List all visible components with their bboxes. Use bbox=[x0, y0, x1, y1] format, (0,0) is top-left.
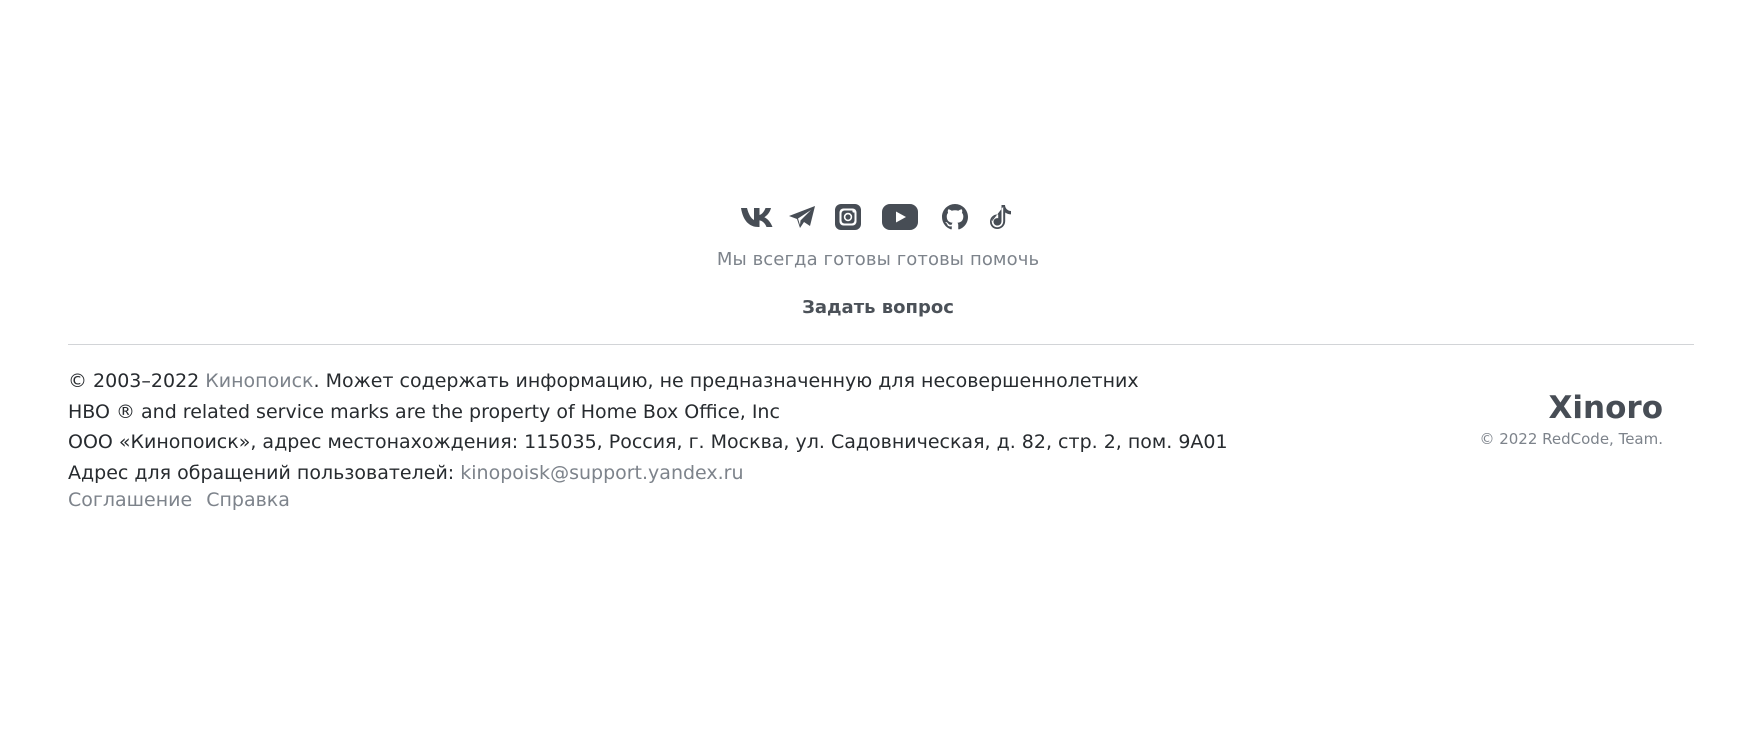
youtube-icon bbox=[882, 204, 918, 230]
vk-link[interactable] bbox=[735, 200, 779, 234]
footer-divider bbox=[68, 344, 1694, 345]
social-links bbox=[0, 200, 1756, 234]
ask-question-button[interactable]: Задать вопрос bbox=[802, 297, 954, 318]
youtube-link[interactable] bbox=[871, 200, 929, 234]
instagram-icon bbox=[835, 204, 861, 230]
contact-line: Адрес для обращений пользователей: kinop… bbox=[68, 458, 1228, 489]
hbo-notice: HBO ® and related service marks are the … bbox=[68, 400, 780, 423]
github-icon bbox=[942, 204, 968, 230]
copyright-prefix: © 2003–2022 bbox=[68, 370, 206, 392]
legal-info: © 2003–2022 Кинопоиск. Может содержать и… bbox=[68, 366, 1228, 488]
company-address: ООО «Кинопоиск», адрес местонахождения: … bbox=[68, 431, 1228, 453]
help-link[interactable]: Справка bbox=[206, 489, 290, 511]
telegram-icon bbox=[789, 206, 815, 228]
contact-label: Адрес для обращений пользователей: bbox=[68, 461, 461, 484]
github-link[interactable] bbox=[929, 200, 981, 234]
support-tagline: Мы всегда готовы готовы помочь bbox=[716, 249, 1040, 270]
support-email-link[interactable]: kinopoisk@support.yandex.ru bbox=[460, 462, 743, 484]
instagram-link[interactable] bbox=[825, 200, 871, 234]
tiktok-icon bbox=[990, 205, 1011, 229]
telegram-link[interactable] bbox=[779, 200, 825, 234]
brand-block: Xinoro © 2022 RedCode, Team. bbox=[1479, 388, 1663, 448]
vk-icon bbox=[741, 208, 773, 227]
site-footer: Мы всегда готовы готовы помочь Задать во… bbox=[0, 0, 1756, 754]
tiktok-link[interactable] bbox=[981, 200, 1021, 234]
kinopoisk-link[interactable]: Кинопоиск bbox=[205, 370, 313, 392]
age-warning: . Может содержать информацию, не предназ… bbox=[313, 370, 1139, 392]
brand-copyright: © 2022 RedCode, Team. bbox=[1479, 430, 1663, 448]
footer-links: Соглашение Справка bbox=[68, 489, 304, 511]
copyright-line: © 2003–2022 Кинопоиск. Может содержать и… bbox=[68, 366, 1228, 397]
brand-logo[interactable]: Xinoro bbox=[1479, 388, 1663, 428]
agreement-link[interactable]: Соглашение bbox=[68, 489, 192, 511]
